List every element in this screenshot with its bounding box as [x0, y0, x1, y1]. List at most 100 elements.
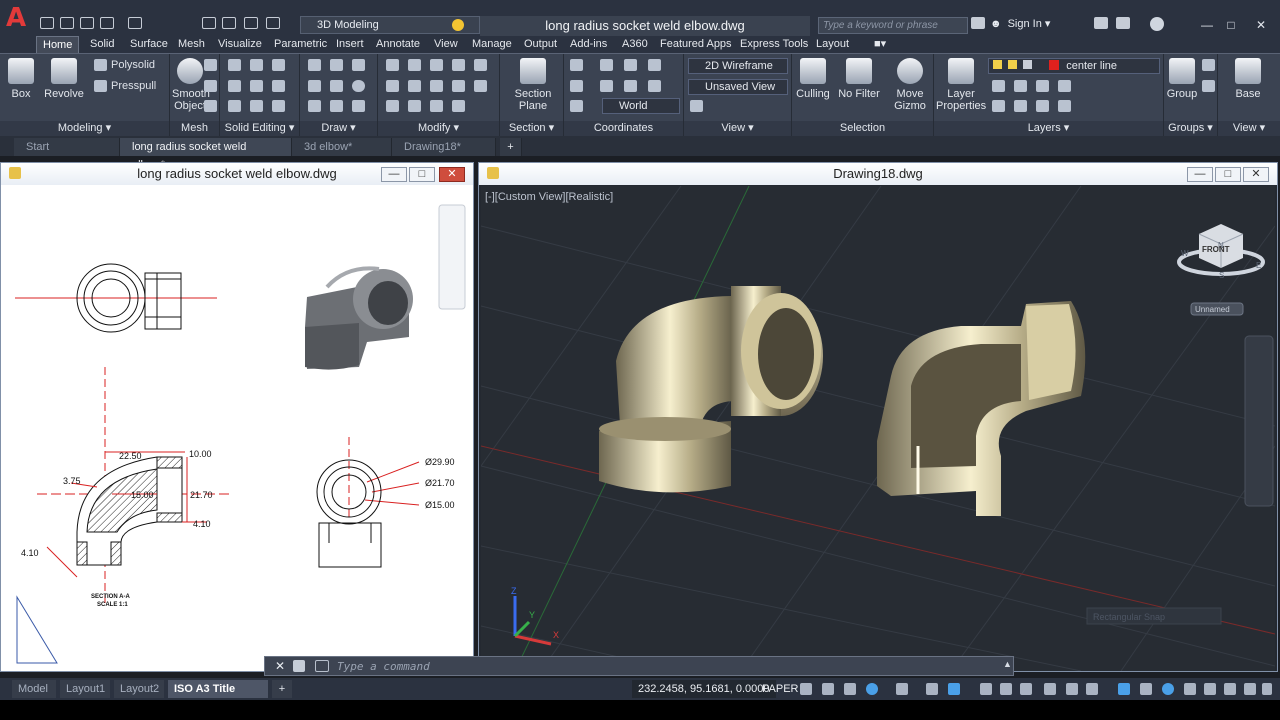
named-view-dropdown[interactable]: Unsaved View — [688, 79, 788, 95]
isodraft-icon[interactable] — [896, 683, 908, 695]
ucs-x-icon[interactable] — [624, 59, 637, 71]
ribbon-tab-layout[interactable]: Layout — [810, 36, 855, 53]
fullscreen-icon[interactable] — [1244, 683, 1256, 695]
align-icon[interactable] — [474, 59, 487, 71]
stretch-icon[interactable] — [452, 80, 465, 92]
ribbon-options-icon[interactable]: ■▾ — [868, 36, 892, 53]
drawing-sheet[interactable]: 22.50 10.00 3.75 15.00 21.70 4.10 4.10 S… — [7, 187, 469, 671]
doc-tab-3d-elbow[interactable]: 3d elbow* — [292, 138, 392, 156]
polysolid-button[interactable]: Polysolid — [111, 59, 155, 71]
3d-viewport[interactable]: FRONT N W E S Unnamed Z X Y Rectangular … — [480, 185, 1276, 672]
panel-label-layers[interactable]: Layers ▾ — [934, 121, 1163, 136]
new-tab-button[interactable]: + — [500, 138, 522, 156]
new-file-icon[interactable] — [40, 17, 54, 29]
intersect-icon[interactable] — [228, 100, 241, 112]
group-edit-icon[interactable] — [1202, 80, 1215, 92]
doc-tab-start[interactable]: Start — [14, 138, 120, 156]
fillet-edge-icon[interactable] — [250, 100, 263, 112]
panel-label-section[interactable]: Section ▾ — [500, 121, 563, 136]
chevron-up-icon[interactable]: ▲ — [1003, 659, 1012, 669]
clean-screen-icon[interactable] — [1204, 683, 1216, 695]
ribbon-tab-view[interactable]: View — [428, 36, 464, 53]
close-button[interactable]: ✕ — [1246, 16, 1276, 34]
ribbon-tab-insert[interactable]: Insert — [330, 36, 370, 53]
close-icon[interactable]: ✕ — [275, 659, 285, 673]
navigation-bar[interactable] — [438, 204, 466, 310]
left-minimize-button[interactable]: — — [381, 167, 407, 182]
ucs-y-icon[interactable] — [648, 59, 661, 71]
command-line[interactable]: ✕ Type a command ▲ — [264, 656, 1014, 676]
layer-tool-icon[interactable] — [992, 80, 1005, 92]
group-button[interactable]: Group — [1166, 58, 1198, 100]
lineweight-icon[interactable] — [980, 683, 992, 695]
layer-tool-icon[interactable] — [1058, 100, 1071, 112]
layer-properties-button[interactable]: Layer Properties — [936, 58, 986, 112]
culling-button[interactable]: Culling — [794, 58, 832, 100]
scale-icon[interactable] — [430, 80, 443, 92]
layout-tab-iso-a3[interactable]: ISO A3 Title Block — [168, 680, 268, 713]
search-input[interactable]: Type a keyword or phrase — [818, 17, 968, 34]
selection-cycling-icon[interactable] — [1020, 683, 1032, 695]
erase-icon[interactable] — [386, 100, 399, 112]
interfere-icon[interactable] — [250, 80, 263, 92]
panel-label-view[interactable]: View ▾ — [684, 121, 791, 136]
layer-dropdown[interactable]: center line — [988, 58, 1160, 74]
grid-icon[interactable] — [822, 683, 834, 695]
undo-icon[interactable] — [100, 17, 114, 29]
ribbon-tab-a360[interactable]: A360 — [616, 36, 654, 53]
navigation-bar[interactable] — [1244, 335, 1274, 507]
move-icon[interactable] — [386, 59, 399, 71]
offset-icon[interactable] — [474, 80, 487, 92]
polyline-icon[interactable] — [330, 59, 343, 71]
layer-tool-icon[interactable] — [1036, 100, 1049, 112]
ucs-world-icon[interactable] — [570, 100, 583, 112]
layout-tab-model[interactable]: Model — [12, 680, 56, 698]
no-filter-button[interactable]: No Filter — [836, 58, 882, 100]
ribbon-tab-mesh[interactable]: Mesh — [172, 36, 211, 53]
section-plane-button[interactable]: Section Plane — [508, 58, 558, 112]
sun-icon[interactable] — [452, 19, 464, 31]
plot-icon[interactable] — [202, 17, 216, 29]
layer-tool-icon[interactable] — [992, 100, 1005, 112]
layer-tool-icon[interactable] — [1014, 100, 1027, 112]
extrude-faces-icon[interactable] — [272, 80, 285, 92]
redo-icon[interactable] — [128, 17, 142, 29]
ribbon-tab-output[interactable]: Output — [518, 36, 563, 53]
paper-space-toggle[interactable]: PAPER — [762, 680, 798, 698]
ucs-object-icon[interactable] — [648, 80, 661, 92]
layer-tool-icon[interactable] — [1036, 80, 1049, 92]
mirror-icon[interactable] — [386, 80, 399, 92]
share-icon[interactable] — [244, 17, 258, 29]
restore-button[interactable]: □ — [1220, 16, 1242, 34]
annotation-monitor-icon[interactable] — [1140, 683, 1152, 695]
ungroup-icon[interactable] — [1202, 59, 1215, 71]
rotate-icon[interactable] — [408, 59, 421, 71]
line-tool-icon[interactable] — [330, 80, 343, 92]
customize-icon[interactable] — [1224, 683, 1236, 695]
layout-tab-layout2[interactable]: Layout2 — [114, 680, 164, 698]
mesh-tool-icon[interactable] — [204, 59, 217, 71]
ucs-origin-icon[interactable] — [600, 59, 613, 71]
panel-label-draw[interactable]: Draw ▾ — [300, 121, 377, 136]
line-icon[interactable] — [308, 59, 321, 71]
open-file-icon[interactable] — [60, 17, 74, 29]
wrench-icon[interactable] — [293, 660, 305, 672]
doc-tab-long-radius[interactable]: long radius socket weld elbow* — [120, 138, 292, 171]
ribbon-tab-visualize[interactable]: Visualize — [212, 36, 268, 53]
autocad-logo-icon[interactable]: A — [0, 0, 32, 36]
box-button[interactable]: Box — [6, 58, 36, 100]
ribbon-tab-manage[interactable]: Manage — [466, 36, 518, 53]
viewport-config-icon[interactable] — [690, 100, 703, 112]
ribbon-tab-annotate[interactable]: Annotate — [370, 36, 426, 53]
isolate-objects-icon[interactable] — [1162, 683, 1174, 695]
arc-icon[interactable] — [352, 59, 365, 71]
drawing-window-left[interactable]: long radius socket weld elbow.dwg — □ ✕ — [0, 162, 474, 672]
object-snap-icon[interactable] — [948, 683, 960, 695]
workspace-switch-icon[interactable] — [1086, 683, 1098, 695]
ucs-3point-icon[interactable] — [570, 80, 583, 92]
panel-label-groups[interactable]: Groups ▾ — [1164, 121, 1217, 136]
subtract-icon[interactable] — [228, 80, 241, 92]
ribbon-tab-surface[interactable]: Surface — [124, 36, 174, 53]
a360-icon[interactable] — [1116, 17, 1130, 29]
ribbon-tab-express-tools[interactable]: Express Tools — [734, 36, 814, 53]
